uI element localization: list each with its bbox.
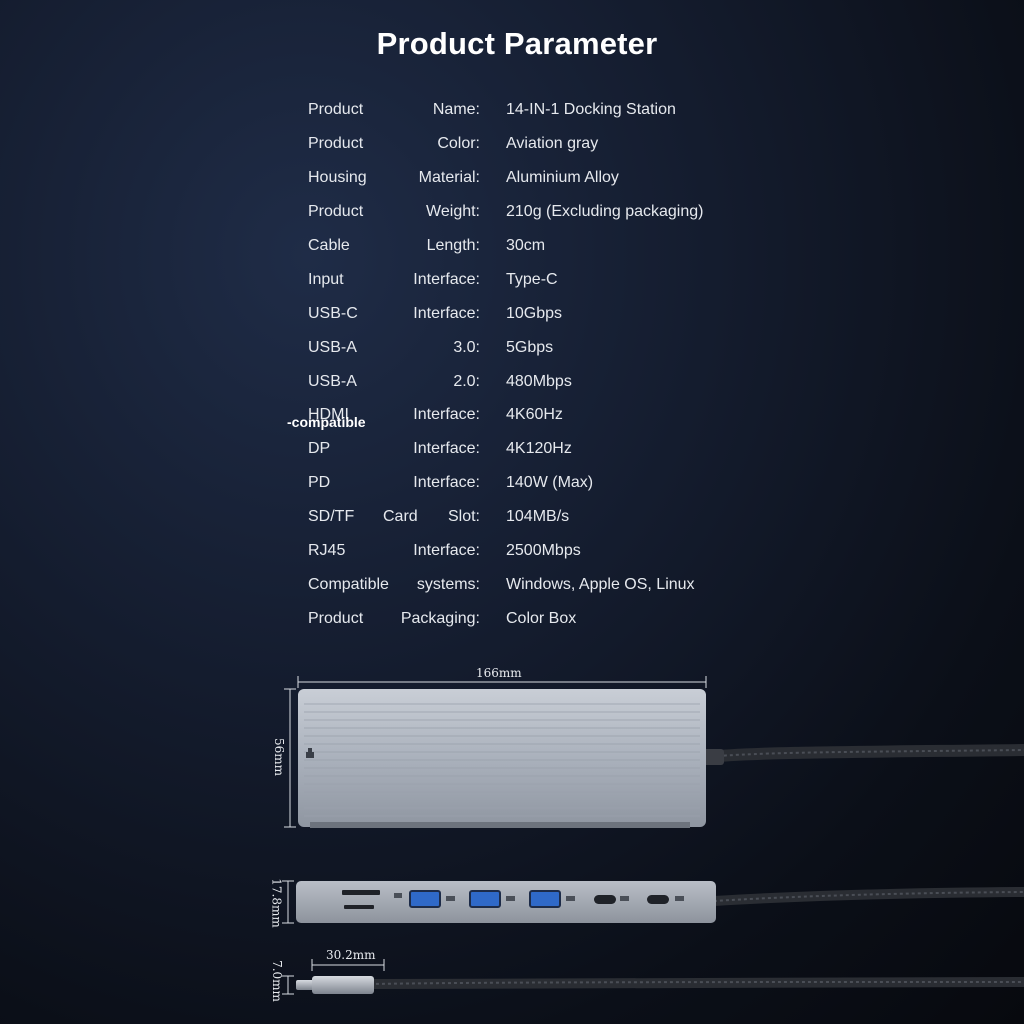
spec-label-suffix: Name:: [432, 101, 480, 118]
spec-label-suffix: Material:: [418, 169, 480, 186]
product-drawings: [282, 676, 1024, 995]
spec-label: Product: [308, 135, 364, 152]
dimension-lines-side: [282, 880, 294, 924]
spec-label-suffix: Weight:: [426, 203, 480, 220]
dock-port-bumps: [310, 822, 690, 828]
spec-label-suffix: 3.0:: [453, 339, 480, 356]
spec-row: SD/TF Card Slot: 104MB/s: [0, 508, 1024, 532]
spec-label-suffix: Color:: [437, 135, 480, 152]
spec-row: Input Interface: Type-C: [0, 271, 1024, 295]
spec-label: RJ45: [308, 542, 346, 559]
usb-a-port: [409, 890, 441, 908]
spec-label-suffix: Length:: [426, 237, 480, 254]
spec-label: Product: [308, 203, 364, 220]
usb-c-plug: [296, 976, 374, 994]
spec-label: Cable: [308, 237, 350, 254]
tf-card-slot: [344, 905, 374, 909]
spec-row: RJ45 Interface: 2500Mbps: [0, 542, 1024, 566]
spec-label: Housing: [308, 169, 367, 186]
spec-table: Product Name: 14-IN-1 Docking Station Pr…: [0, 0, 1024, 640]
spec-label: PD: [308, 474, 331, 491]
spec-value: 4K60Hz: [506, 406, 563, 423]
width-dimension-label: 56mm: [272, 737, 287, 777]
usb-c-port: [647, 895, 669, 904]
spec-value: 14-IN-1 Docking Station: [506, 101, 676, 118]
spec-value: 210g (Excluding packaging): [506, 203, 704, 220]
spec-label-suffix: Interface:: [413, 271, 480, 288]
spec-label: Input: [308, 271, 344, 288]
spec-value: 4K120Hz: [506, 440, 572, 457]
cable-side: [713, 887, 1024, 906]
usb-c-port: [594, 895, 616, 904]
usb-a-port: [469, 890, 501, 908]
spec-value: 30cm: [506, 237, 546, 254]
spec-row: PD Interface: 140W (Max): [0, 474, 1024, 498]
plug-tip: [296, 980, 314, 990]
spec-row: Product Name: 14-IN-1 Docking Station: [0, 101, 1024, 125]
spec-value: 480Mbps: [506, 373, 572, 390]
spec-row: Product Color: Aviation gray: [0, 135, 1024, 159]
spec-label-suffix: Slot:: [447, 508, 480, 525]
spec-label-suffix: Interface:: [413, 440, 480, 457]
sd-card-slot: [342, 890, 380, 895]
dock-side-view: [296, 881, 716, 923]
spec-value: 5Gbps: [506, 339, 554, 356]
spec-row: Cable Length: 30cm: [0, 237, 1024, 261]
plug-thickness-dimension-label: 7.0mm: [269, 960, 284, 1002]
spec-label-suffix: Interface:: [413, 542, 480, 559]
thickness-dimension-label: 17.8mm: [269, 878, 284, 928]
spec-label: USB-A: [308, 373, 357, 390]
spec-row: Product Weight: 210g (Excluding packagin…: [0, 203, 1024, 227]
spec-label: Compatible: [308, 576, 389, 593]
spec-label-suffix: 2.0:: [453, 373, 480, 390]
spec-label-suffix: Interface:: [413, 305, 480, 322]
spec-row: USB-C Interface: 10Gbps: [0, 305, 1024, 329]
spec-value: Windows, Apple OS, Linux: [506, 576, 695, 593]
spec-label: SD/TF: [308, 508, 355, 525]
spec-label-middle: Card: [383, 508, 418, 525]
spec-label-suffix: Interface:: [413, 406, 480, 423]
spec-row: HDMI Interface: 4K60Hz: [0, 406, 1024, 430]
spec-label: Product: [308, 610, 364, 627]
spec-value: Type-C: [506, 271, 558, 288]
spec-label: USB-C: [308, 305, 358, 322]
spec-row: Housing Material: Aluminium Alloy: [0, 169, 1024, 193]
spec-row: Compatible systems: Windows, Apple OS, L…: [0, 576, 1024, 600]
spec-label-suffix: systems:: [416, 576, 480, 593]
spec-value: Color Box: [506, 610, 577, 627]
spec-value: 10Gbps: [506, 305, 563, 322]
spec-label-suffix: Interface:: [413, 474, 480, 491]
dock-top-view: [298, 689, 706, 828]
spec-label: DP: [308, 440, 331, 457]
spec-value: Aviation gray: [506, 135, 599, 152]
spec-value: Aluminium Alloy: [506, 169, 619, 186]
plug-length-dimension-label: 30.2mm: [326, 948, 376, 962]
spec-label: Product: [308, 101, 364, 118]
spec-row: Product Packaging: Color Box: [0, 610, 1024, 634]
hdmi-compatible-note: -compatible: [287, 414, 366, 430]
spec-value: 140W (Max): [506, 474, 594, 491]
spec-value: 2500Mbps: [506, 542, 581, 559]
usb-a-port: [529, 890, 561, 908]
length-dimension-label: 166mm: [476, 666, 522, 680]
spec-value: 104MB/s: [506, 508, 570, 525]
spec-row: DP Interface: 4K120Hz: [0, 440, 1024, 464]
spec-row: USB-A 3.0: 5Gbps: [0, 339, 1024, 363]
spec-label-suffix: Packaging:: [400, 610, 480, 627]
spec-label: USB-A: [308, 339, 357, 356]
dock-top-shell: [298, 689, 706, 827]
spec-row: USB-A 2.0: 480Mbps: [0, 373, 1024, 397]
plug-housing: [312, 976, 374, 994]
